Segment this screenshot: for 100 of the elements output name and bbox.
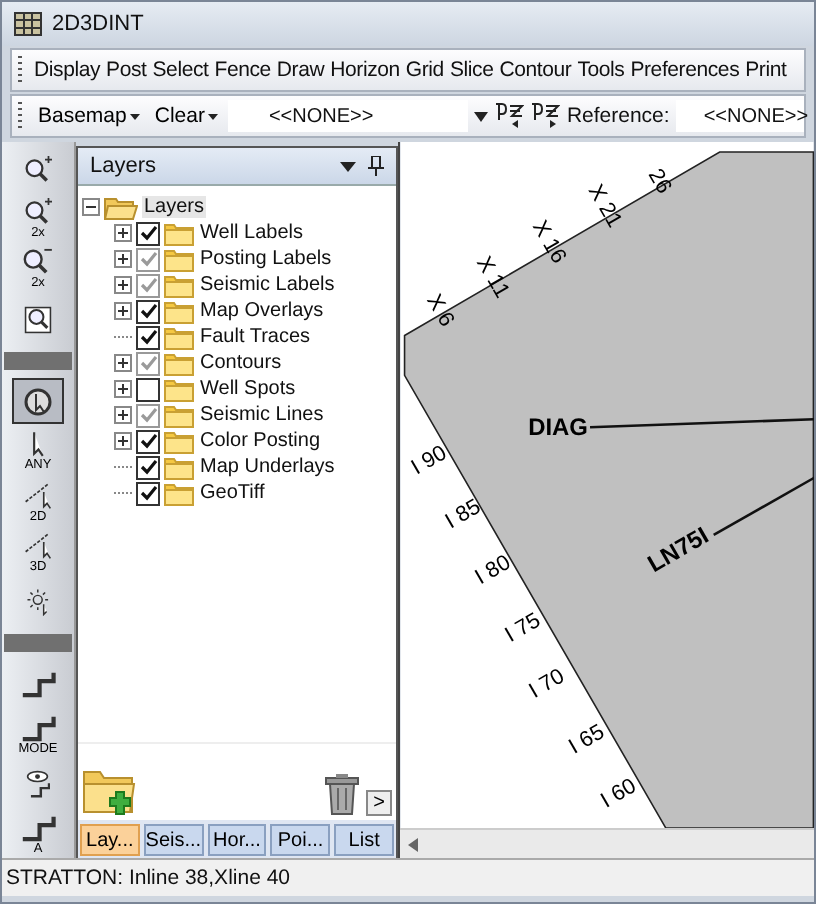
next-pick-icon[interactable] [530,102,561,130]
zoom-out-icon [22,248,54,277]
xline-label: X 21 [582,180,627,232]
menu-item[interactable]: Slice [449,58,494,82]
trash-icon[interactable] [324,772,360,816]
expand-icon[interactable] [114,406,132,424]
tree-item[interactable]: GeoTiff [198,482,267,504]
tree-item[interactable]: Well Spots [198,378,298,400]
folder-icon [164,377,194,401]
tree-item[interactable]: Contours [198,352,284,374]
menu-item[interactable]: Fence [214,58,271,82]
grip-handle[interactable] [18,56,22,84]
toolbar-separator [4,633,72,653]
panel-tab[interactable]: Poi... [270,824,331,856]
xline-label: 26 [642,164,676,198]
menu-item[interactable]: Grid [405,58,444,82]
folder-icon [164,481,194,505]
folder-icon [164,247,194,271]
expand-icon[interactable] [114,224,132,242]
seismic-line [713,475,814,537]
previous-pick-icon[interactable] [494,102,525,130]
grid-icon [14,12,42,36]
folder-icon [164,455,194,479]
magnifier-icon [24,305,52,334]
menu-item[interactable]: Horizon [330,58,400,82]
inline-label: I 90 [407,441,452,481]
sun-pointer-icon [26,588,50,617]
inline-label: I 80 [471,550,515,590]
seismic-line-label: DIAG [528,413,588,442]
menu-item[interactable]: Draw [276,58,325,82]
collapse-icon[interactable] [82,198,100,216]
tree-item[interactable]: Layers [142,196,207,218]
zoom-in-icon [23,198,53,227]
menu-item[interactable]: Print [745,58,787,82]
zoom-in-icon [23,155,53,184]
expand-icon[interactable] [114,276,132,294]
pointer-circle-icon [24,387,52,416]
reference-field[interactable]: <<NONE>> [675,100,804,132]
clear-menu-button[interactable]: Clear [150,104,223,128]
panel-tab[interactable]: List [334,824,394,856]
reference-label: Reference: [566,104,670,128]
step-icon [19,813,57,842]
folder-icon [164,221,194,245]
pointer-icon [31,430,45,459]
inline-label: I 65 [565,720,609,760]
tree-item[interactable]: Map Underlays [198,456,337,478]
menu-item[interactable]: Contour [499,58,572,82]
inline-label: I 85 [441,495,486,535]
tree-item[interactable]: Seismic Lines [198,404,326,426]
expand-icon[interactable] [114,380,132,398]
scroll-right-button[interactable]: > [366,790,392,816]
dropdown-arrow-icon[interactable] [474,111,489,121]
window-title: 2D3DINT [52,12,144,36]
scroll-left-icon[interactable] [408,837,418,852]
open-folder-icon [104,195,138,219]
menu-item[interactable]: Tools [577,58,625,82]
folder-icon [164,273,194,297]
basemap-menu-button[interactable]: Basemap [34,104,145,128]
folder-icon [164,325,194,349]
eye-step-icon [25,770,51,799]
selection-dropdown[interactable]: <<NONE>> [228,100,469,132]
expand-icon[interactable] [114,250,132,268]
xline-label: X 16 [527,216,571,268]
menu-item[interactable]: Display [34,58,101,82]
folder-icon [164,429,194,453]
xline-label: X 6 [421,290,459,332]
menu-item[interactable]: Select [152,58,209,82]
panel-tab[interactable]: Hor... [207,824,267,856]
tree-item[interactable]: Posting Labels [198,248,334,270]
horizontal-scrollbar[interactable] [400,828,814,858]
inline-label: I 75 [501,608,545,648]
caret-icon [130,113,141,119]
menu-item[interactable]: Preferences [630,58,740,82]
tool-button[interactable] [12,378,64,425]
tree-item[interactable]: Fault Traces [198,326,313,348]
panel-tab[interactable]: Lay... [80,824,140,856]
toolbar-separator [4,351,72,371]
step-icon [19,670,57,699]
measure-pointer-icon [24,481,52,510]
tree-item[interactable]: Well Labels [198,222,306,244]
xline-label: X 11 [471,252,514,303]
tree-item[interactable]: Color Posting [198,430,323,452]
expand-icon[interactable] [114,354,132,372]
dropdown-arrow-icon[interactable] [340,161,356,171]
tree-item[interactable]: Seismic Labels [198,274,337,296]
expand-icon[interactable] [114,432,132,450]
menu-item[interactable]: Post [106,58,147,82]
status-text: STRATTON: Inline 38,Xline 40 [6,866,291,890]
checkbox[interactable] [136,377,160,401]
inline-label: I 60 [597,774,641,814]
grip-handle[interactable] [18,102,22,130]
step-icon [19,713,57,742]
caret-icon [208,113,219,119]
measure-pointer-icon [24,531,52,560]
panel-title: Layers [90,154,159,178]
folder-icon [164,299,194,323]
panel-tab[interactable]: Seis... [143,824,204,856]
expand-icon[interactable] [114,302,132,320]
tree-item[interactable]: Map Overlays [198,300,326,322]
pin-icon[interactable] [368,156,384,176]
